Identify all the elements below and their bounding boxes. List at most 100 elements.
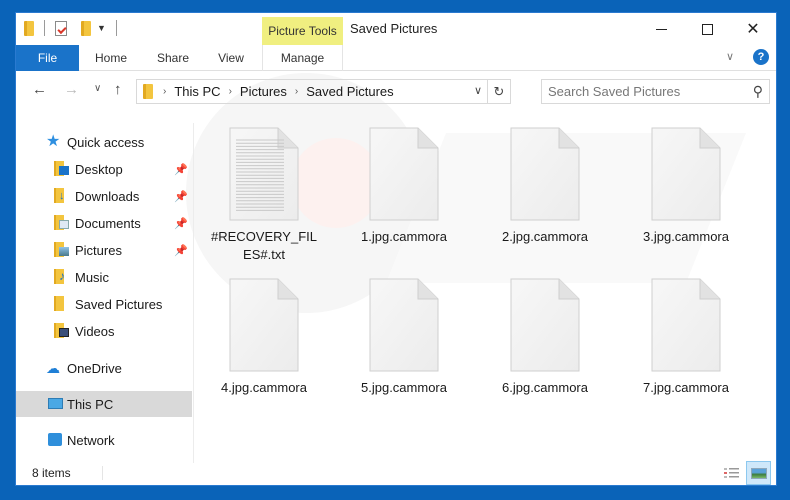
refresh-button[interactable]: ↻ (487, 80, 510, 103)
nav-documents[interactable]: Documents 📌 (16, 210, 192, 236)
computer-icon (46, 396, 64, 412)
file-explorer-window: ▼ Picture Tools Saved Pictures ✕ File Ho… (15, 12, 777, 486)
nav-label: This PC (67, 396, 114, 412)
minimize-icon (655, 28, 667, 30)
nav-downloads[interactable]: ↓ Downloads 📌 (16, 183, 192, 209)
details-view-button[interactable] (722, 464, 742, 484)
search-box[interactable]: ⚲ (541, 79, 770, 104)
text-file-icon (228, 126, 300, 222)
nav-label: Pictures (75, 242, 122, 258)
nav-pictures[interactable]: Pictures 📌 (16, 237, 192, 263)
blank-file-icon (368, 126, 440, 222)
status-separator (102, 466, 103, 480)
search-icon[interactable]: ⚲ (753, 83, 763, 100)
file-name: 5.jpg.cammora (361, 380, 447, 395)
navigation-bar: ← → ∨ ↑ › This PC › Pictures › Saved Pic… (16, 75, 776, 109)
close-icon: ✕ (746, 21, 760, 38)
folder-icon[interactable] (24, 20, 34, 36)
pin-icon[interactable]: 📌 (174, 217, 188, 230)
nav-network[interactable]: Network (16, 427, 192, 453)
pin-icon[interactable]: 📌 (174, 163, 188, 176)
picture-tools-header: Picture Tools (262, 17, 343, 45)
tab-view[interactable]: View (203, 45, 259, 71)
blank-file-icon (650, 277, 722, 373)
file-item[interactable]: 2.jpg.cammora (485, 126, 605, 246)
star-icon: ★ (46, 133, 61, 150)
file-item[interactable]: 4.jpg.cammora (204, 277, 324, 397)
chevron-right-icon[interactable]: › (163, 86, 166, 97)
pictures-folder-icon (54, 242, 72, 258)
item-count: 8 items (32, 466, 71, 480)
file-list: #RECOVERY_FILES#.txt 1.jpg.cammora 2.jpg… (196, 113, 776, 453)
nav-label: Music (75, 269, 109, 285)
nav-label: Quick access (67, 134, 145, 150)
blank-file-icon (509, 126, 581, 222)
quick-access-toolbar: ▼ (24, 20, 121, 36)
customize-toolbar-dropdown[interactable]: ▼ (97, 23, 106, 33)
file-item[interactable]: #RECOVERY_FILES#.txt (204, 126, 324, 264)
breadcrumb-saved-pictures[interactable]: Saved Pictures (306, 84, 393, 99)
documents-folder-icon (54, 215, 72, 231)
properties-icon[interactable] (55, 20, 67, 36)
details-view-icon (724, 468, 739, 478)
chevron-right-icon[interactable]: › (295, 86, 298, 97)
chevron-right-icon[interactable]: › (229, 86, 232, 97)
breadcrumb-pictures[interactable]: Pictures (240, 84, 287, 99)
maximize-button[interactable] (684, 13, 730, 45)
videos-folder-icon (54, 323, 72, 339)
back-button[interactable]: ← (32, 81, 47, 98)
file-item[interactable]: 5.jpg.cammora (344, 277, 464, 397)
expand-ribbon-icon[interactable]: ∨ (726, 50, 734, 63)
nav-label: OneDrive (67, 360, 122, 376)
file-item[interactable]: 3.jpg.cammora (626, 126, 746, 246)
file-name: #RECOVERY_FILES#.txt (211, 229, 317, 262)
onedrive-cloud-icon: ☁ (46, 360, 60, 376)
toolbar-separator (44, 20, 45, 36)
tab-manage[interactable]: Manage (262, 45, 343, 71)
up-button[interactable]: ↑ (114, 81, 122, 98)
forward-button[interactable]: → (64, 81, 79, 98)
tab-share[interactable]: Share (143, 45, 203, 71)
ribbon-tabs: File Home Share View Manage ∨ ? (16, 45, 776, 71)
nav-music[interactable]: ♪ Music (16, 264, 192, 290)
tab-home[interactable]: Home (79, 45, 143, 71)
large-icons-view-icon (750, 467, 767, 479)
nav-videos[interactable]: Videos (16, 318, 192, 344)
tab-file[interactable]: File (16, 45, 79, 71)
nav-label: Saved Pictures (75, 296, 163, 312)
new-folder-icon[interactable] (81, 20, 91, 36)
downloads-folder-icon: ↓ (54, 188, 72, 204)
blank-file-icon (509, 277, 581, 373)
close-button[interactable]: ✕ (730, 13, 776, 45)
network-icon (46, 432, 64, 448)
toolbar-separator (115, 20, 117, 36)
file-item[interactable]: 6.jpg.cammora (485, 277, 605, 397)
pin-icon[interactable]: 📌 (174, 190, 188, 203)
nav-saved-pictures[interactable]: Saved Pictures (16, 291, 192, 317)
address-bar[interactable]: › This PC › Pictures › Saved Pictures ∨ … (136, 79, 511, 104)
file-name: 1.jpg.cammora (361, 229, 447, 244)
nav-label: Desktop (75, 161, 123, 177)
file-name: 2.jpg.cammora (502, 229, 588, 244)
file-item[interactable]: 1.jpg.cammora (344, 126, 464, 246)
file-name: 4.jpg.cammora (221, 380, 307, 395)
nav-label: Network (67, 432, 115, 448)
navigation-pane: ★ Quick access Desktop 📌 ↓ Downloads 📌 D… (16, 123, 194, 463)
pin-icon[interactable]: 📌 (174, 244, 188, 257)
large-icons-view-button[interactable] (746, 461, 771, 485)
desktop-folder-icon (54, 161, 72, 177)
nav-onedrive[interactable]: ☁ OneDrive (16, 355, 192, 381)
nav-quick-access[interactable]: ★ Quick access (16, 129, 192, 155)
address-history-dropdown[interactable]: ∨ (474, 84, 482, 97)
file-name: 3.jpg.cammora (643, 229, 729, 244)
file-item[interactable]: 7.jpg.cammora (626, 277, 746, 397)
blank-file-icon (650, 126, 722, 222)
title-bar: ▼ Picture Tools Saved Pictures ✕ (16, 13, 776, 45)
nav-desktop[interactable]: Desktop 📌 (16, 156, 192, 182)
nav-this-pc[interactable]: This PC (16, 391, 192, 417)
help-icon[interactable]: ? (753, 49, 769, 65)
breadcrumb-this-pc[interactable]: This PC (174, 84, 220, 99)
minimize-button[interactable] (638, 13, 684, 45)
search-input[interactable] (548, 84, 738, 99)
recent-locations-dropdown[interactable]: ∨ (94, 83, 101, 94)
